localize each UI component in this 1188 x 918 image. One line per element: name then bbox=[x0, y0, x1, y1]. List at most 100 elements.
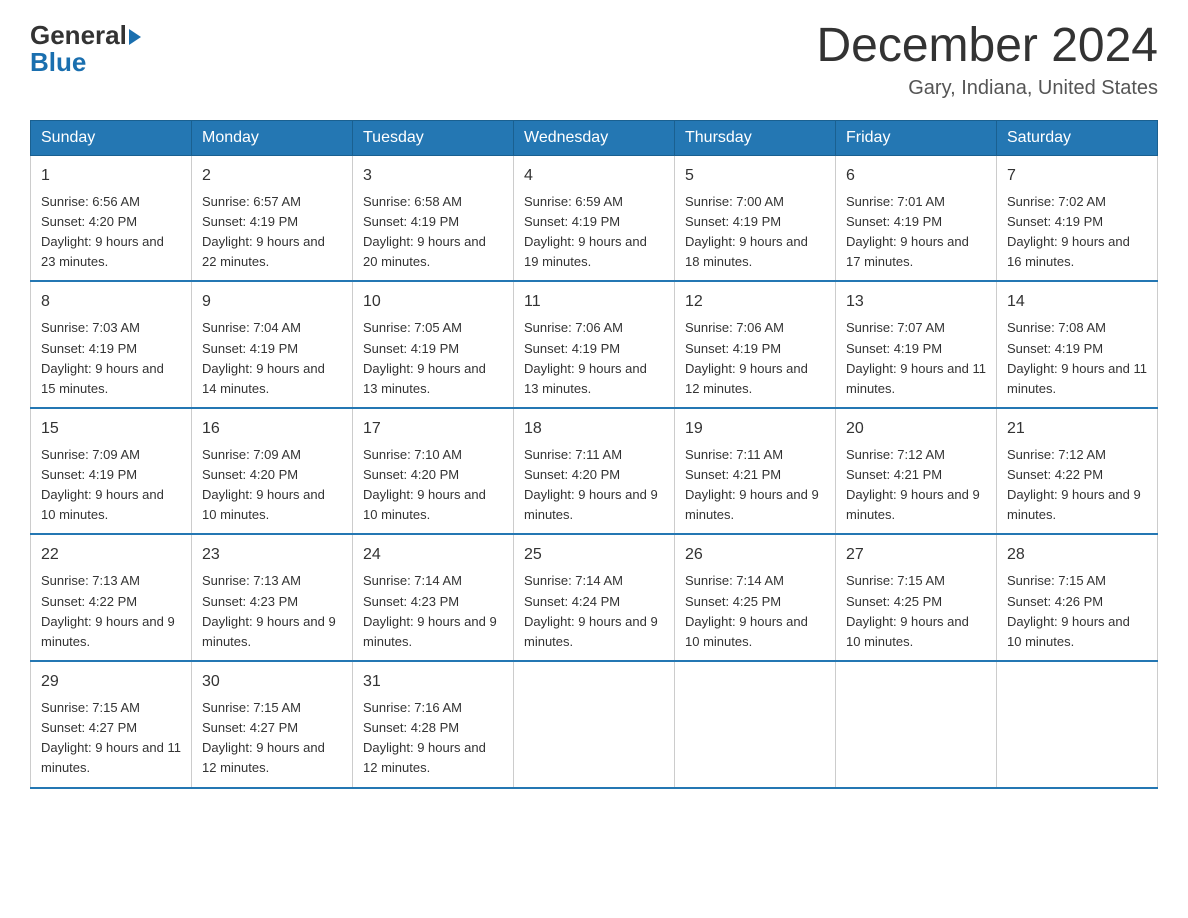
day-number: 17 bbox=[363, 417, 503, 441]
day-number: 30 bbox=[202, 670, 342, 694]
day-number: 16 bbox=[202, 417, 342, 441]
calendar-day-cell: 19 Sunrise: 7:11 AMSunset: 4:21 PMDaylig… bbox=[675, 408, 836, 535]
header-tuesday: Tuesday bbox=[353, 120, 514, 155]
day-info: Sunrise: 7:14 AMSunset: 4:23 PMDaylight:… bbox=[363, 573, 497, 648]
day-number: 31 bbox=[363, 670, 503, 694]
day-number: 25 bbox=[524, 543, 664, 567]
calendar-day-cell: 10 Sunrise: 7:05 AMSunset: 4:19 PMDaylig… bbox=[353, 281, 514, 408]
header-wednesday: Wednesday bbox=[514, 120, 675, 155]
calendar-day-cell: 1 Sunrise: 6:56 AMSunset: 4:20 PMDayligh… bbox=[31, 155, 192, 281]
calendar-day-cell: 24 Sunrise: 7:14 AMSunset: 4:23 PMDaylig… bbox=[353, 534, 514, 661]
calendar-week-row: 8 Sunrise: 7:03 AMSunset: 4:19 PMDayligh… bbox=[31, 281, 1158, 408]
day-number: 27 bbox=[846, 543, 986, 567]
day-info: Sunrise: 7:01 AMSunset: 4:19 PMDaylight:… bbox=[846, 194, 969, 269]
calendar-day-cell: 27 Sunrise: 7:15 AMSunset: 4:25 PMDaylig… bbox=[836, 534, 997, 661]
calendar-day-cell: 18 Sunrise: 7:11 AMSunset: 4:20 PMDaylig… bbox=[514, 408, 675, 535]
day-number: 26 bbox=[685, 543, 825, 567]
calendar-empty-cell bbox=[514, 661, 675, 788]
calendar-empty-cell bbox=[836, 661, 997, 788]
calendar-day-cell: 23 Sunrise: 7:13 AMSunset: 4:23 PMDaylig… bbox=[192, 534, 353, 661]
calendar-month-year: December 2024 bbox=[816, 20, 1158, 73]
day-info: Sunrise: 7:06 AMSunset: 4:19 PMDaylight:… bbox=[685, 320, 808, 395]
day-info: Sunrise: 7:09 AMSunset: 4:19 PMDaylight:… bbox=[41, 447, 164, 522]
day-number: 22 bbox=[41, 543, 181, 567]
day-number: 2 bbox=[202, 164, 342, 188]
day-info: Sunrise: 7:14 AMSunset: 4:24 PMDaylight:… bbox=[524, 573, 658, 648]
day-info: Sunrise: 7:11 AMSunset: 4:20 PMDaylight:… bbox=[524, 447, 658, 522]
day-info: Sunrise: 7:11 AMSunset: 4:21 PMDaylight:… bbox=[685, 447, 819, 522]
day-number: 15 bbox=[41, 417, 181, 441]
calendar-day-cell: 5 Sunrise: 7:00 AMSunset: 4:19 PMDayligh… bbox=[675, 155, 836, 281]
header-monday: Monday bbox=[192, 120, 353, 155]
day-info: Sunrise: 7:15 AMSunset: 4:27 PMDaylight:… bbox=[202, 700, 325, 775]
day-number: 24 bbox=[363, 543, 503, 567]
day-number: 18 bbox=[524, 417, 664, 441]
calendar-day-cell: 20 Sunrise: 7:12 AMSunset: 4:21 PMDaylig… bbox=[836, 408, 997, 535]
day-info: Sunrise: 6:59 AMSunset: 4:19 PMDaylight:… bbox=[524, 194, 647, 269]
calendar-day-cell: 14 Sunrise: 7:08 AMSunset: 4:19 PMDaylig… bbox=[997, 281, 1158, 408]
calendar-empty-cell bbox=[675, 661, 836, 788]
day-number: 21 bbox=[1007, 417, 1147, 441]
calendar-week-row: 22 Sunrise: 7:13 AMSunset: 4:22 PMDaylig… bbox=[31, 534, 1158, 661]
calendar-week-row: 15 Sunrise: 7:09 AMSunset: 4:19 PMDaylig… bbox=[31, 408, 1158, 535]
logo-blue: Blue bbox=[30, 47, 86, 78]
day-info: Sunrise: 7:12 AMSunset: 4:21 PMDaylight:… bbox=[846, 447, 980, 522]
day-number: 20 bbox=[846, 417, 986, 441]
header-friday: Friday bbox=[836, 120, 997, 155]
day-number: 10 bbox=[363, 290, 503, 314]
day-number: 19 bbox=[685, 417, 825, 441]
calendar-day-cell: 22 Sunrise: 7:13 AMSunset: 4:22 PMDaylig… bbox=[31, 534, 192, 661]
calendar-day-cell: 26 Sunrise: 7:14 AMSunset: 4:25 PMDaylig… bbox=[675, 534, 836, 661]
day-info: Sunrise: 7:00 AMSunset: 4:19 PMDaylight:… bbox=[685, 194, 808, 269]
calendar-day-cell: 3 Sunrise: 6:58 AMSunset: 4:19 PMDayligh… bbox=[353, 155, 514, 281]
day-number: 4 bbox=[524, 164, 664, 188]
day-number: 8 bbox=[41, 290, 181, 314]
day-info: Sunrise: 6:56 AMSunset: 4:20 PMDaylight:… bbox=[41, 194, 164, 269]
calendar-day-cell: 11 Sunrise: 7:06 AMSunset: 4:19 PMDaylig… bbox=[514, 281, 675, 408]
calendar-day-cell: 6 Sunrise: 7:01 AMSunset: 4:19 PMDayligh… bbox=[836, 155, 997, 281]
day-info: Sunrise: 7:06 AMSunset: 4:19 PMDaylight:… bbox=[524, 320, 647, 395]
day-info: Sunrise: 7:04 AMSunset: 4:19 PMDaylight:… bbox=[202, 320, 325, 395]
calendar-day-cell: 15 Sunrise: 7:09 AMSunset: 4:19 PMDaylig… bbox=[31, 408, 192, 535]
day-number: 9 bbox=[202, 290, 342, 314]
day-info: Sunrise: 7:05 AMSunset: 4:19 PMDaylight:… bbox=[363, 320, 486, 395]
header-saturday: Saturday bbox=[997, 120, 1158, 155]
calendar-day-cell: 17 Sunrise: 7:10 AMSunset: 4:20 PMDaylig… bbox=[353, 408, 514, 535]
calendar-day-cell: 4 Sunrise: 6:59 AMSunset: 4:19 PMDayligh… bbox=[514, 155, 675, 281]
day-info: Sunrise: 7:13 AMSunset: 4:22 PMDaylight:… bbox=[41, 573, 175, 648]
day-number: 7 bbox=[1007, 164, 1147, 188]
day-number: 11 bbox=[524, 290, 664, 314]
calendar-title-area: December 2024 Gary, Indiana, United Stat… bbox=[816, 20, 1158, 100]
calendar-day-cell: 28 Sunrise: 7:15 AMSunset: 4:26 PMDaylig… bbox=[997, 534, 1158, 661]
calendar-day-cell: 21 Sunrise: 7:12 AMSunset: 4:22 PMDaylig… bbox=[997, 408, 1158, 535]
calendar-day-cell: 2 Sunrise: 6:57 AMSunset: 4:19 PMDayligh… bbox=[192, 155, 353, 281]
day-number: 5 bbox=[685, 164, 825, 188]
day-info: Sunrise: 7:02 AMSunset: 4:19 PMDaylight:… bbox=[1007, 194, 1130, 269]
calendar-day-cell: 30 Sunrise: 7:15 AMSunset: 4:27 PMDaylig… bbox=[192, 661, 353, 788]
calendar-day-cell: 29 Sunrise: 7:15 AMSunset: 4:27 PMDaylig… bbox=[31, 661, 192, 788]
calendar-day-cell: 31 Sunrise: 7:16 AMSunset: 4:28 PMDaylig… bbox=[353, 661, 514, 788]
day-number: 3 bbox=[363, 164, 503, 188]
day-info: Sunrise: 7:15 AMSunset: 4:26 PMDaylight:… bbox=[1007, 573, 1130, 648]
day-number: 29 bbox=[41, 670, 181, 694]
calendar-day-cell: 12 Sunrise: 7:06 AMSunset: 4:19 PMDaylig… bbox=[675, 281, 836, 408]
day-info: Sunrise: 6:58 AMSunset: 4:19 PMDaylight:… bbox=[363, 194, 486, 269]
day-number: 13 bbox=[846, 290, 986, 314]
day-info: Sunrise: 7:15 AMSunset: 4:25 PMDaylight:… bbox=[846, 573, 969, 648]
header-sunday: Sunday bbox=[31, 120, 192, 155]
day-info: Sunrise: 7:15 AMSunset: 4:27 PMDaylight:… bbox=[41, 700, 181, 775]
calendar-week-row: 29 Sunrise: 7:15 AMSunset: 4:27 PMDaylig… bbox=[31, 661, 1158, 788]
page-header: General Blue December 2024 Gary, Indiana… bbox=[30, 20, 1158, 100]
calendar-location: Gary, Indiana, United States bbox=[816, 77, 1158, 100]
day-number: 28 bbox=[1007, 543, 1147, 567]
logo: General Blue bbox=[30, 20, 141, 78]
day-info: Sunrise: 7:16 AMSunset: 4:28 PMDaylight:… bbox=[363, 700, 486, 775]
calendar-table: SundayMondayTuesdayWednesdayThursdayFrid… bbox=[30, 120, 1158, 789]
calendar-header-row: SundayMondayTuesdayWednesdayThursdayFrid… bbox=[31, 120, 1158, 155]
day-info: Sunrise: 6:57 AMSunset: 4:19 PMDaylight:… bbox=[202, 194, 325, 269]
day-number: 12 bbox=[685, 290, 825, 314]
header-thursday: Thursday bbox=[675, 120, 836, 155]
day-info: Sunrise: 7:03 AMSunset: 4:19 PMDaylight:… bbox=[41, 320, 164, 395]
calendar-day-cell: 13 Sunrise: 7:07 AMSunset: 4:19 PMDaylig… bbox=[836, 281, 997, 408]
day-info: Sunrise: 7:12 AMSunset: 4:22 PMDaylight:… bbox=[1007, 447, 1141, 522]
